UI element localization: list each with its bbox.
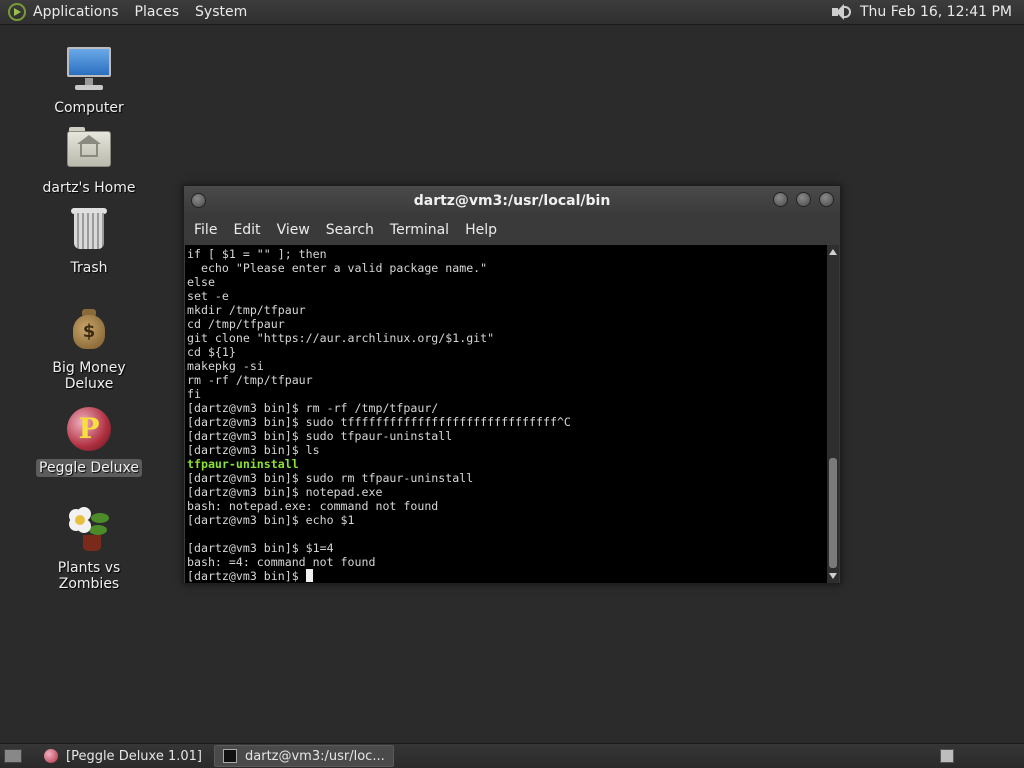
terminal-prompt-line: [dartz@vm3 bin]$ xyxy=(187,569,828,583)
terminal-line: bash: notepad.exe: command not found xyxy=(187,499,439,513)
text-cursor xyxy=(305,569,313,582)
desktop-icon-label: Trash xyxy=(70,260,108,276)
distro-logo-icon[interactable] xyxy=(8,3,26,21)
top-panel: Applications Places System Thu Feb 16, 1… xyxy=(0,0,1024,25)
terminal-line: [dartz@vm3 bin]$ sudo tfffffffffffffffff… xyxy=(187,415,571,429)
terminal-line: mkdir /tmp/tfpaur xyxy=(187,303,306,317)
menu-edit[interactable]: Edit xyxy=(233,222,260,238)
menu-places[interactable]: Places xyxy=(135,4,180,20)
terminal-scrollbar[interactable] xyxy=(827,245,839,583)
terminal-line: fi xyxy=(187,387,201,401)
terminal-line: [dartz@vm3 bin]$ echo $1 xyxy=(187,513,355,527)
plants-vs-zombies-icon xyxy=(65,505,113,553)
trash-icon xyxy=(65,205,113,253)
terminal-line: [dartz@vm3 bin]$ ls xyxy=(187,443,320,457)
window-menu-button[interactable] xyxy=(191,193,206,208)
terminal-menubar: File Edit View Search Terminal Help xyxy=(184,216,840,244)
window-titlebar[interactable]: dartz@vm3:/usr/local/bin xyxy=(184,186,840,216)
desktop-icon-label: dartz's Home xyxy=(42,180,136,196)
terminal-line: echo "Please enter a valid package name.… xyxy=(187,261,488,275)
desktop-icon-label: Plants vs Zombies xyxy=(57,560,121,592)
desktop-icon-pvz[interactable]: Plants vs Zombies xyxy=(29,505,149,593)
menu-terminal[interactable]: Terminal xyxy=(390,222,449,238)
terminal-line: [dartz@vm3 bin]$ rm -rf /tmp/tfpaur/ xyxy=(187,401,439,415)
show-desktop-icon[interactable] xyxy=(4,749,22,763)
menu-help[interactable]: Help xyxy=(465,222,497,238)
workspace-switcher[interactable] xyxy=(940,749,954,763)
desktop-icon-home[interactable]: dartz's Home xyxy=(29,125,149,197)
terminal-line: set -e xyxy=(187,289,229,303)
desktop-icon-trash[interactable]: Trash xyxy=(29,205,149,277)
terminal-line: [dartz@vm3 bin]$ notepad.exe xyxy=(187,485,383,499)
bottom-panel: [Peggle Deluxe 1.01] dartz@vm3:/usr/loc.… xyxy=(0,743,1024,768)
menu-search[interactable]: Search xyxy=(326,222,374,238)
desktop-icon-label: Computer xyxy=(54,100,124,116)
terminal-line: else xyxy=(187,275,215,289)
menu-view[interactable]: View xyxy=(277,222,310,238)
peggle-icon: P xyxy=(65,405,113,453)
computer-icon xyxy=(65,45,113,93)
scroll-up-icon[interactable] xyxy=(829,249,837,255)
terminal-line: cd ${1} xyxy=(187,345,236,359)
terminal-line: if [ $1 = "" ]; then xyxy=(187,247,327,261)
taskbar-item-label: dartz@vm3:/usr/loc... xyxy=(245,748,385,764)
taskbar-item-terminal[interactable]: dartz@vm3:/usr/loc... xyxy=(214,745,394,767)
clock[interactable]: Thu Feb 16, 12:41 PM xyxy=(860,4,1012,20)
terminal-line: [dartz@vm3 bin]$ $1=4 xyxy=(187,541,334,555)
scrollbar-thumb[interactable] xyxy=(829,458,837,568)
terminal-line: git clone "https://aur.archlinux.org/$1.… xyxy=(187,331,495,345)
desktop-icon-computer[interactable]: Computer xyxy=(29,45,149,117)
taskbar-item-peggle[interactable]: [Peggle Deluxe 1.01] xyxy=(36,745,210,767)
maximize-button[interactable] xyxy=(796,192,811,207)
desktop-icon-peggle[interactable]: P Peggle Deluxe xyxy=(29,405,149,477)
peggle-icon xyxy=(44,749,58,763)
terminal-line: bash: =4: command not found xyxy=(187,555,376,569)
minimize-button[interactable] xyxy=(773,192,788,207)
terminal-line: [dartz@vm3 bin]$ sudo tfpaur-uninstall xyxy=(187,429,453,443)
terminal-icon xyxy=(223,749,237,763)
terminal-output[interactable]: if [ $1 = "" ]; then echo "Please enter … xyxy=(185,245,828,583)
terminal-line: rm -rf /tmp/tfpaur xyxy=(187,373,313,387)
menu-applications[interactable]: Applications xyxy=(33,4,119,20)
home-folder-icon xyxy=(65,125,113,173)
menu-system[interactable]: System xyxy=(195,4,247,20)
taskbar-item-label: [Peggle Deluxe 1.01] xyxy=(66,748,202,764)
money-bag-icon: $ xyxy=(65,305,113,353)
terminal-window[interactable]: dartz@vm3:/usr/local/bin File Edit View … xyxy=(183,185,841,584)
desktop-icon-label: Big Money Deluxe xyxy=(52,360,126,392)
terminal-line: [dartz@vm3 bin]$ sudo rm tfpaur-uninstal… xyxy=(187,471,474,485)
menu-file[interactable]: File xyxy=(194,222,217,238)
scroll-down-icon[interactable] xyxy=(829,573,837,579)
desktop-icon-label: Peggle Deluxe xyxy=(36,459,142,477)
desktop-icon-big-money[interactable]: $ Big Money Deluxe xyxy=(29,305,149,393)
window-title: dartz@vm3:/usr/local/bin xyxy=(413,193,611,209)
close-button[interactable] xyxy=(819,192,834,207)
terminal-line: tfpaur-uninstall xyxy=(187,457,299,471)
terminal-prompt: [dartz@vm3 bin]$ xyxy=(187,569,306,583)
terminal-line: makepkg -si xyxy=(187,359,264,373)
volume-icon[interactable] xyxy=(830,3,852,21)
system-tray: Thu Feb 16, 12:41 PM xyxy=(830,3,1024,21)
terminal-line: cd /tmp/tfpaur xyxy=(187,317,285,331)
